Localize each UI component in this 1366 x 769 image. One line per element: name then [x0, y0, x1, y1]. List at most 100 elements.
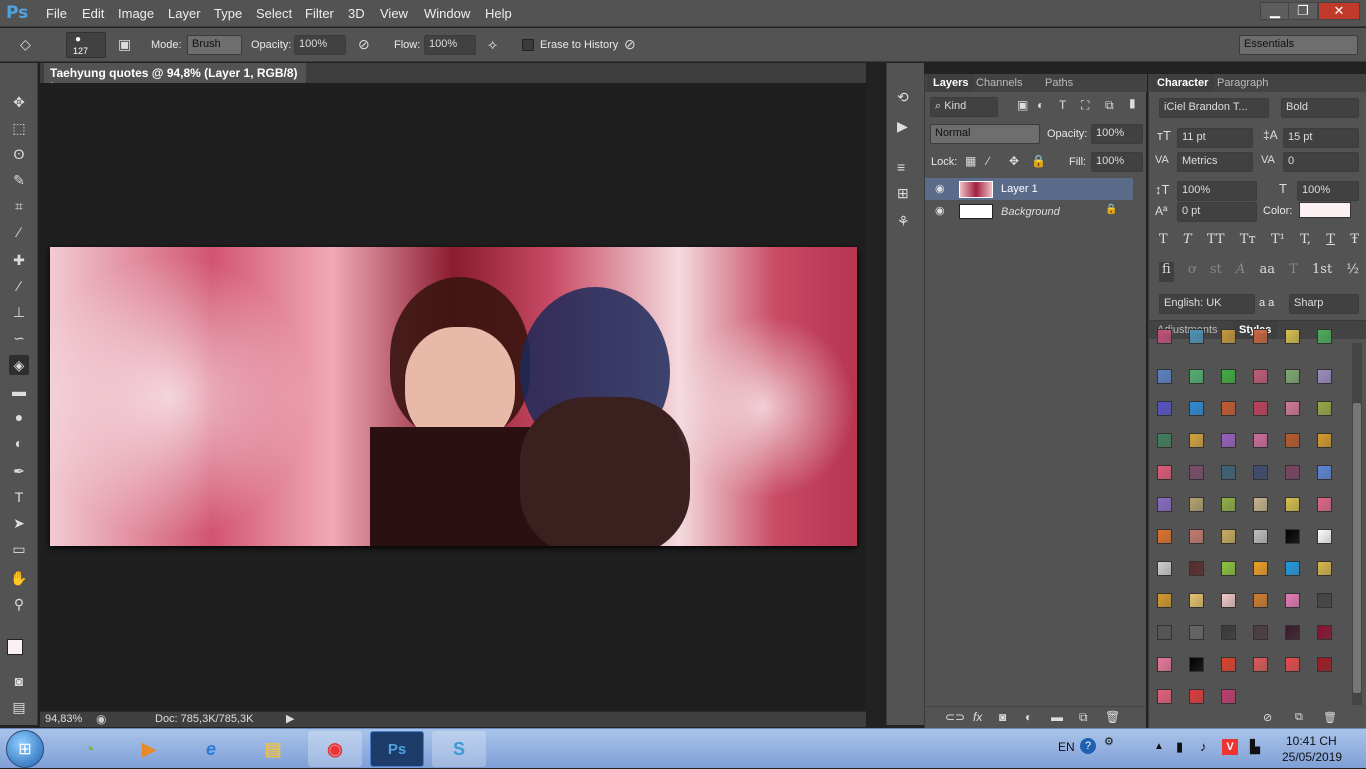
style-swatch[interactable]: [1157, 401, 1172, 416]
gradient-tool-icon[interactable]: ▬: [9, 381, 29, 401]
style-swatch[interactable]: [1189, 497, 1204, 512]
clock-time[interactable]: 10:41 CH: [1286, 734, 1337, 748]
move-tool-icon[interactable]: ✥: [9, 92, 29, 112]
style-swatch[interactable]: [1317, 497, 1332, 512]
style-swatch[interactable]: [1221, 561, 1236, 576]
airbrush-icon[interactable]: ⟡: [488, 36, 497, 53]
style-swatch[interactable]: [1221, 369, 1236, 384]
strikethrough-button[interactable]: Ŧ: [1350, 232, 1359, 252]
scrollbar-thumb[interactable]: [1353, 403, 1361, 693]
history-brush-tool-icon[interactable]: ∽: [9, 328, 29, 348]
delete-layer-icon[interactable]: 🗑: [1105, 710, 1120, 724]
filter-smart-icon[interactable]: ⧉: [1105, 98, 1114, 113]
workspace-dropdown[interactable]: Essentials: [1239, 35, 1358, 55]
history-icon[interactable]: ⟲: [897, 89, 909, 106]
style-swatch[interactable]: [1221, 625, 1236, 640]
style-swatch[interactable]: [1317, 433, 1332, 448]
horizontal-scale-input[interactable]: 100%: [1297, 181, 1359, 201]
kerning-dropdown[interactable]: Metrics: [1177, 152, 1253, 172]
style-swatch[interactable]: [1285, 329, 1300, 344]
screen-mode-icon[interactable]: ▤: [9, 697, 29, 717]
style-swatch[interactable]: [1221, 433, 1236, 448]
power-icon[interactable]: ▮: [1176, 739, 1183, 755]
menu-view[interactable]: View: [380, 6, 408, 21]
filter-pixel-icon[interactable]: ▣: [1017, 98, 1028, 112]
chrome-icon[interactable]: ◉: [308, 731, 362, 767]
style-swatch[interactable]: [1317, 561, 1332, 576]
mode-dropdown[interactable]: Brush: [187, 35, 242, 55]
adjustment-layer-icon[interactable]: ◐: [1025, 710, 1032, 724]
style-swatch[interactable]: [1253, 401, 1268, 416]
ordinals-button[interactable]: 1st: [1312, 262, 1332, 282]
ornaments-button[interactable]: T: [1289, 262, 1298, 282]
style-swatch[interactable]: [1157, 593, 1172, 608]
menu-edit[interactable]: Edit: [82, 6, 104, 21]
fx-icon[interactable]: fx: [973, 710, 982, 724]
language-dropdown[interactable]: English: UK: [1159, 294, 1255, 314]
style-swatch[interactable]: [1189, 401, 1204, 416]
style-swatch[interactable]: [1189, 465, 1204, 480]
foreground-color-swatch[interactable]: [7, 639, 23, 655]
file-explorer-icon[interactable]: ▤: [246, 731, 300, 767]
style-swatch[interactable]: [1317, 625, 1332, 640]
titling-alternates-button[interactable]: aa: [1259, 262, 1275, 282]
coccoc-browser-icon[interactable]: ◔: [62, 731, 116, 767]
lock-all-icon[interactable]: 🔒: [1031, 154, 1046, 168]
clear-style-icon[interactable]: ⊘: [1263, 711, 1272, 724]
minimize-button[interactable]: ▁: [1260, 2, 1290, 20]
visibility-eye-icon[interactable]: ◉: [935, 182, 945, 195]
style-swatch[interactable]: [1253, 329, 1268, 344]
restore-button[interactable]: ❐: [1288, 2, 1318, 20]
ligatures-button[interactable]: fi: [1159, 262, 1174, 282]
style-swatch[interactable]: [1221, 497, 1236, 512]
unikey-icon[interactable]: V: [1222, 739, 1238, 755]
faux-bold-button[interactable]: T: [1159, 232, 1168, 252]
style-swatch[interactable]: [1157, 465, 1172, 480]
eraser-tool-icon[interactable]: ◇: [20, 36, 31, 53]
menu-select[interactable]: Select: [256, 6, 292, 21]
baseline-input[interactable]: 0 pt: [1177, 202, 1257, 222]
font-family-dropdown[interactable]: iCiel Brandon T...: [1159, 98, 1269, 118]
stamp-tool-icon[interactable]: ⊥: [9, 302, 29, 322]
language-indicator[interactable]: EN: [1058, 740, 1075, 754]
lock-position-icon[interactable]: ✥: [1009, 154, 1019, 168]
superscript-button[interactable]: T¹: [1271, 232, 1285, 252]
style-swatch[interactable]: [1253, 625, 1268, 640]
all-caps-button[interactable]: TT: [1207, 232, 1225, 252]
link-layers-icon[interactable]: ⊂⊃: [945, 710, 965, 724]
menu-type[interactable]: Type: [214, 6, 242, 21]
vertical-scale-input[interactable]: 100%: [1177, 181, 1257, 201]
style-swatch[interactable]: [1189, 369, 1204, 384]
style-swatch[interactable]: [1285, 433, 1300, 448]
eyedropper-tool-icon[interactable]: ⁄: [9, 222, 29, 242]
tracking-dropdown[interactable]: 0: [1283, 152, 1359, 172]
style-swatch[interactable]: [1253, 497, 1268, 512]
pen-tool-icon[interactable]: ✒: [9, 461, 29, 481]
start-button[interactable]: ⊞: [6, 730, 44, 768]
style-swatch[interactable]: [1157, 689, 1172, 704]
style-swatch[interactable]: [1317, 465, 1332, 480]
blur-tool-icon[interactable]: ●: [9, 407, 29, 427]
tab-channels[interactable]: Channels: [970, 74, 1028, 92]
style-swatch[interactable]: [1189, 329, 1204, 344]
volume-icon[interactable]: ♪: [1200, 739, 1207, 754]
marquee-tool-icon[interactable]: ⬚: [9, 118, 29, 138]
lock-pixels-icon[interactable]: ∕: [987, 154, 989, 168]
style-swatch[interactable]: [1189, 593, 1204, 608]
subscript-button[interactable]: T,: [1300, 232, 1311, 252]
eraser-tool-icon[interactable]: ◈: [9, 355, 29, 375]
layer-row[interactable]: ◉ Layer 1: [925, 178, 1133, 200]
filter-adjust-icon[interactable]: ◐: [1037, 98, 1044, 112]
swash-button[interactable]: st: [1210, 262, 1222, 282]
text-color-swatch[interactable]: [1299, 202, 1351, 218]
fractions-button[interactable]: ½: [1346, 262, 1359, 282]
layer-filter-kind[interactable]: ⌕ Kind: [930, 97, 998, 117]
style-swatch[interactable]: [1285, 497, 1300, 512]
healing-tool-icon[interactable]: ✚: [9, 250, 29, 270]
help-icon[interactable]: ?: [1080, 738, 1096, 754]
status-menu-arrow-icon[interactable]: ▶: [286, 712, 294, 725]
style-swatch[interactable]: [1285, 401, 1300, 416]
new-layer-icon[interactable]: ⧉: [1079, 710, 1088, 725]
zoom-tool-icon[interactable]: ⚲: [9, 594, 29, 614]
style-swatch[interactable]: [1221, 657, 1236, 672]
